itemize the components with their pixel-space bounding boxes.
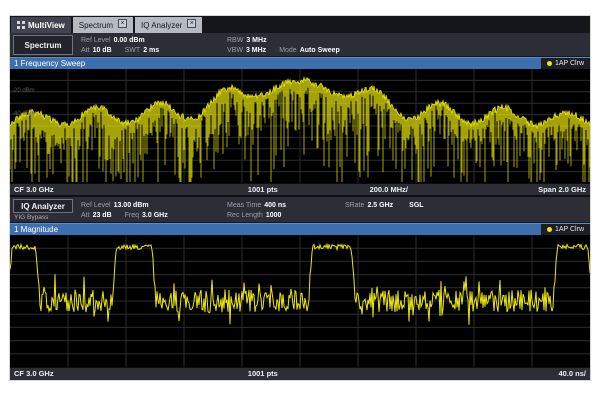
- srate-field[interactable]: SRate 2.5 GHz: [345, 202, 393, 209]
- tab-iq-analyzer-label: IQ Analyzer: [141, 21, 182, 30]
- iq-trace-svg: [10, 235, 590, 367]
- tab-spectrum[interactable]: Spectrum ×: [73, 17, 133, 33]
- srate-value: 2.5 GHz: [367, 202, 393, 209]
- vbw-mode-field[interactable]: VBW 3 MHz Mode Auto Sweep: [227, 47, 340, 54]
- single-sweep-indicator: SGL: [409, 202, 423, 209]
- multiview-grid-icon: [17, 21, 25, 29]
- trace-color-dot-icon: [547, 227, 552, 232]
- rec-length-field[interactable]: Rec Length 1000: [227, 212, 281, 219]
- spectrum-trace-legend[interactable]: 1AP Clrw: [541, 58, 590, 69]
- freq-label: Freq: [125, 212, 139, 219]
- rec-length-label: Rec Length: [227, 212, 263, 219]
- spectrum-y-label-2: -40 dBm: [12, 111, 35, 117]
- swt-label: SWT: [125, 47, 141, 54]
- rbw-label: RBW: [227, 37, 243, 44]
- tab-multiview-label: MultiView: [28, 21, 65, 30]
- iq-ref-level-field[interactable]: Ref Level 13.00 dBm: [81, 202, 227, 209]
- iq-center-frequency: CF 3.0 GHz: [14, 369, 54, 378]
- iq-ref-level-value: 13.00 dBm: [114, 202, 149, 209]
- iq-ref-level-label: Ref Level: [81, 202, 111, 209]
- close-icon[interactable]: ×: [118, 19, 127, 28]
- iq-trace-legend-label: 1AP Clrw: [555, 226, 584, 233]
- freq-value: 3.0 GHz: [142, 212, 168, 219]
- close-icon[interactable]: ×: [187, 19, 196, 28]
- spectrum-plot[interactable]: -20 dBm -40 dBm: [10, 69, 590, 183]
- vbw-label: VBW: [227, 47, 243, 54]
- ref-level-field[interactable]: Ref Level 0.00 dBm: [81, 37, 227, 44]
- iq-window-titlebar: 1 Magnitude 1AP Clrw: [10, 223, 590, 235]
- spectrum-channel-header: Spectrum Ref Level 0.00 dBm RBW 3 MHz At…: [10, 33, 590, 57]
- iq-trace-legend[interactable]: 1AP Clrw: [541, 224, 590, 235]
- iq-window-title: 1 Magnitude: [10, 225, 58, 234]
- yig-bypass-label: YIG Bypass: [13, 213, 73, 221]
- tab-bar: MultiView Spectrum × IQ Analyzer ×: [10, 16, 590, 33]
- meas-time-field[interactable]: Meas Time 400 ns: [227, 202, 345, 209]
- iq-att-label: Att: [81, 212, 90, 219]
- spectrum-trace-legend-label: 1AP Clrw: [555, 60, 584, 67]
- rbw-field[interactable]: RBW 3 MHz: [227, 37, 267, 44]
- spectrum-settings: Ref Level 0.00 dBm RBW 3 MHz Att 10 dB S…: [81, 35, 587, 55]
- spectrum-x-axis-bar: CF 3.0 GHz 1001 pts 200.0 MHz/ Span 2.0 …: [10, 183, 590, 195]
- rec-length-value: 1000: [266, 212, 282, 219]
- spectrum-center-frequency: CF 3.0 GHz: [14, 185, 54, 194]
- spectrum-y-label-1: -20 dBm: [12, 88, 35, 94]
- iq-channel-header: IQ Analyzer YIG Bypass Ref Level 13.00 d…: [10, 197, 590, 223]
- spectrum-per-division: 200.0 MHz/: [370, 185, 408, 194]
- tab-multiview[interactable]: MultiView: [11, 17, 71, 33]
- att-label: Att: [81, 47, 90, 54]
- spectrum-sweep-points: 1001 pts: [248, 185, 278, 194]
- iq-att-freq-field[interactable]: Att 23 dB Freq 3.0 GHz: [81, 212, 227, 219]
- tab-iq-analyzer[interactable]: IQ Analyzer ×: [135, 17, 202, 33]
- spectrum-span: Span 2.0 GHz: [538, 185, 586, 194]
- iq-plot[interactable]: [10, 235, 590, 367]
- spectrum-window-titlebar: 1 Frequency Sweep 1AP Clrw: [10, 57, 590, 69]
- tab-spectrum-label: Spectrum: [79, 21, 113, 30]
- ref-level-value: 0.00 dBm: [114, 37, 145, 44]
- mode-value: Auto Sweep: [300, 47, 340, 54]
- iq-settings: Ref Level 13.00 dBm Meas Time 400 ns SRa…: [81, 199, 587, 221]
- att-value: 10 dB: [93, 47, 112, 54]
- rbw-value: 3 MHz: [246, 37, 266, 44]
- iq-channel-button[interactable]: IQ Analyzer: [13, 199, 73, 213]
- spectrum-channel-button[interactable]: Spectrum: [13, 35, 73, 55]
- trace-color-dot-icon: [547, 61, 552, 66]
- att-swt-field[interactable]: Att 10 dB SWT 2 ms: [81, 47, 227, 54]
- spectrum-trace-svg: [10, 69, 590, 183]
- srate-label: SRate: [345, 202, 364, 209]
- mode-label: Mode: [279, 47, 297, 54]
- iq-record-points: 1001 pts: [248, 369, 278, 378]
- meas-time-value: 400 ns: [264, 202, 286, 209]
- swt-value: 2 ms: [143, 47, 159, 54]
- meas-time-label: Meas Time: [227, 202, 261, 209]
- iq-per-division: 40.0 ns/: [558, 369, 586, 378]
- spectrum-window-title: 1 Frequency Sweep: [10, 59, 85, 68]
- iq-x-axis-bar: CF 3.0 GHz 1001 pts 40.0 ns/: [10, 367, 590, 380]
- ref-level-label: Ref Level: [81, 37, 111, 44]
- iq-att-value: 23 dB: [93, 212, 112, 219]
- analyzer-screen: MultiView Spectrum × IQ Analyzer × Spect…: [10, 16, 590, 380]
- vbw-value: 3 MHz: [246, 47, 266, 54]
